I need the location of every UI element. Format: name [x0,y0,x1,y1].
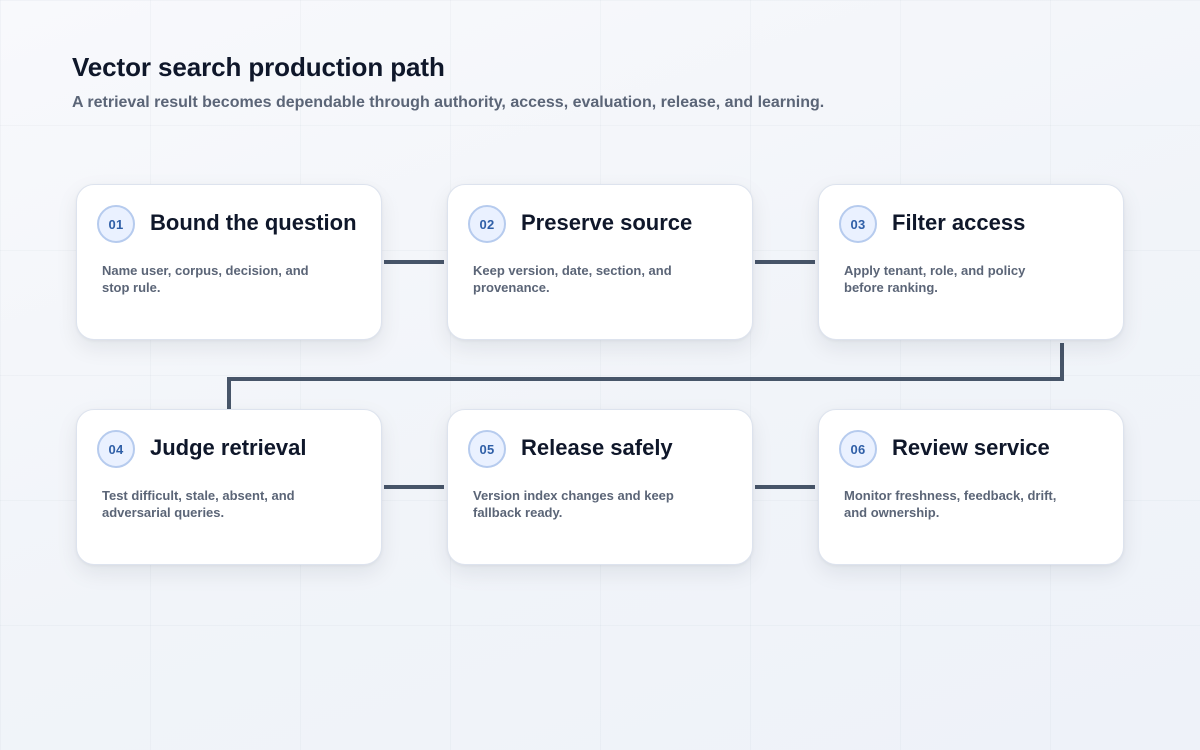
step-description: Monitor freshness, feedback, drift, and … [844,488,1057,520]
step-card-preserve-source: 02 Preserve source Keep version, date, s… [447,184,753,340]
step-number-badge: 06 [839,430,877,468]
step-card-filter-access: 03 Filter access Apply tenant, role, and… [818,184,1124,340]
step-card-judge-retrieval: 04 Judge retrieval Test difficult, stale… [76,409,382,565]
step-description: Apply tenant, role, and policy before ra… [844,263,1026,295]
step-description: Version index changes and keep fallback … [473,488,674,520]
step-number-badge: 05 [468,430,506,468]
step-title: Bound the question [150,210,357,235]
step-card-bound-the-question: 01 Bound the question Name user, corpus,… [76,184,382,340]
step-card-release-safely: 05 Release safely Version index changes … [447,409,753,565]
flow-connectors [227,260,1064,489]
step-description: Keep version, date, section, and provena… [473,263,672,295]
step-description: Test difficult, stale, absent, and adver… [102,488,295,520]
step-title: Preserve source [521,210,693,235]
connector-03-04 [227,343,1064,409]
step-title: Filter access [892,210,1026,235]
step-number-badge: 04 [97,430,135,468]
step-title: Judge retrieval [150,435,307,460]
step-card-review-service: 06 Review service Monitor freshness, fee… [818,409,1124,565]
step-number-badge: 01 [97,205,135,243]
step-title: Review service [892,435,1050,460]
step-description: Name user, corpus, decision, and stop ru… [102,263,309,295]
step-title: Release safely [521,435,673,460]
step-number-badge: 03 [839,205,877,243]
step-number-badge: 02 [468,205,506,243]
